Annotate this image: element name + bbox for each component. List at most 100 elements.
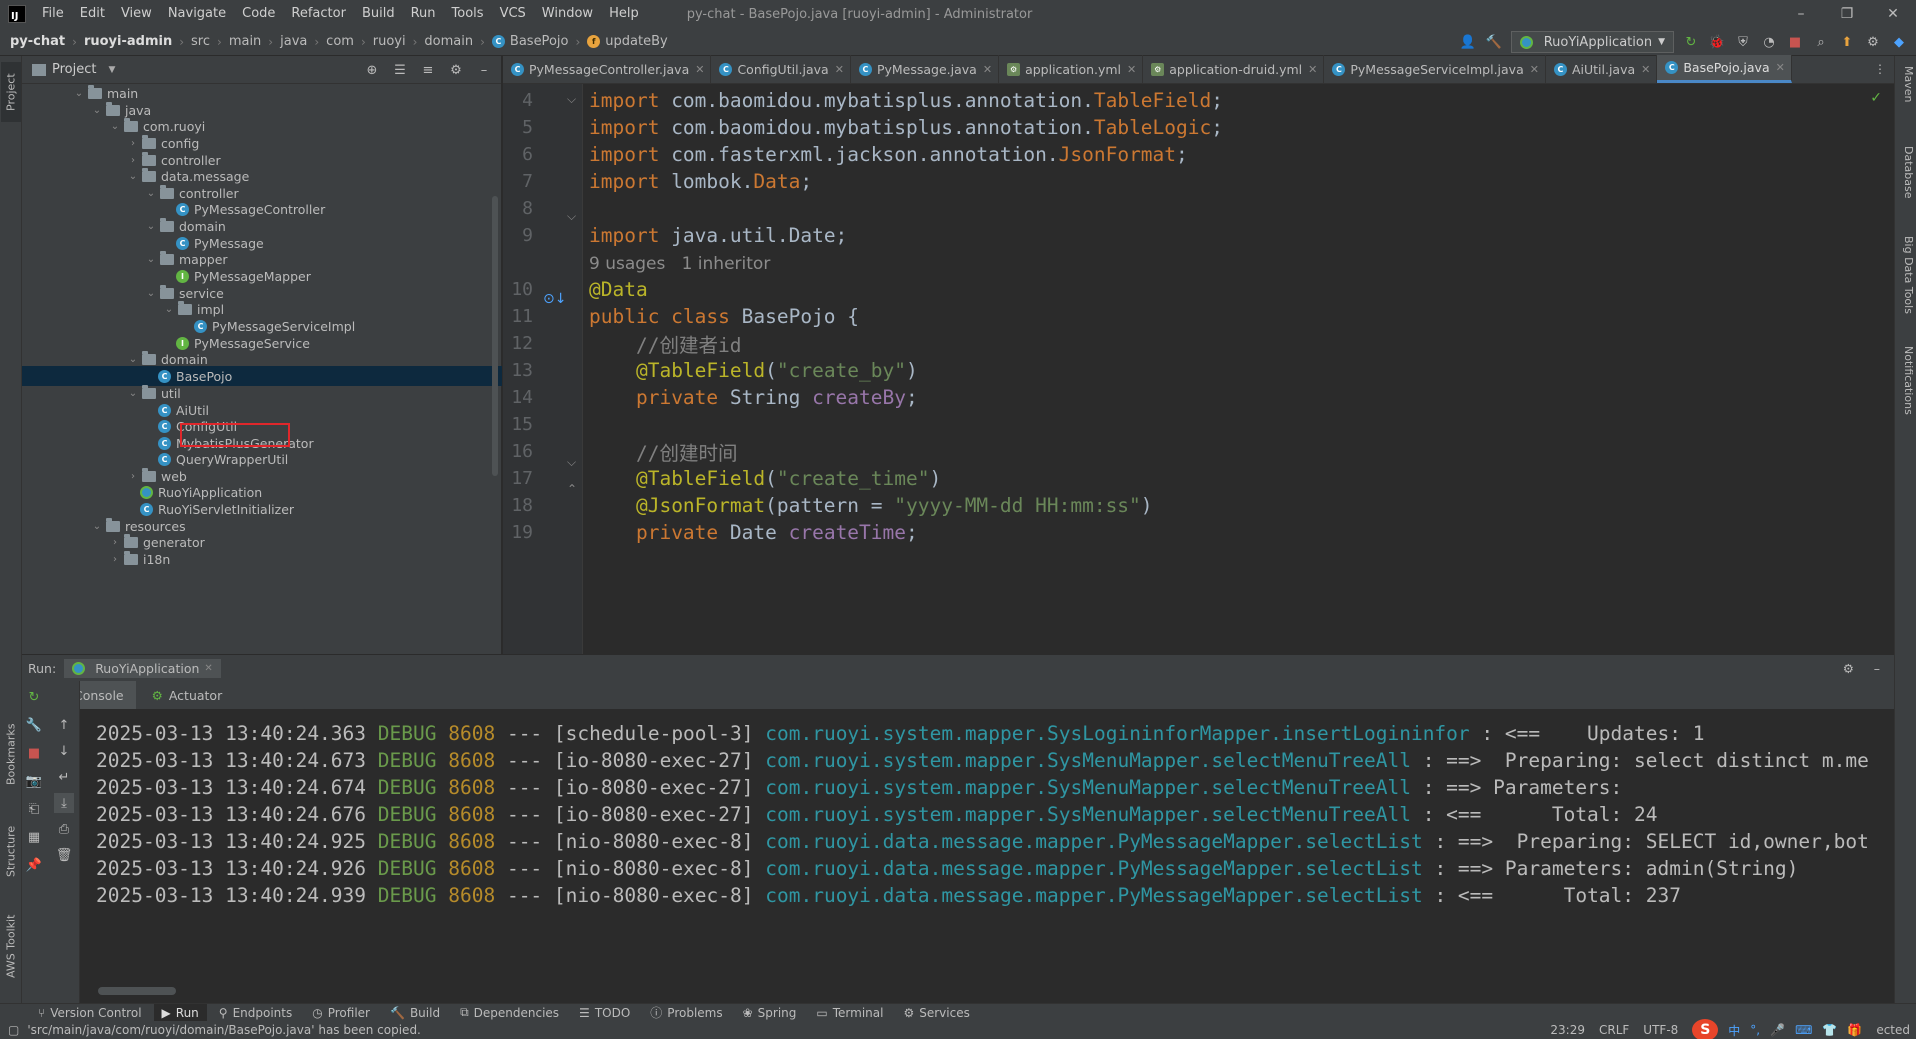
close-window-button[interactable]: ✕ <box>1870 0 1916 28</box>
chevron-down-icon[interactable]: ⌄ <box>162 304 176 315</box>
project-scrollbar[interactable] <box>492 196 498 476</box>
scroll-to-end-icon[interactable]: ⤓ <box>54 793 74 813</box>
update-icon[interactable]: ⬆ <box>1838 33 1856 51</box>
structure-tool-tab[interactable]: Structure <box>1 816 21 886</box>
settings-gear-icon[interactable]: ⚙ <box>1864 33 1882 51</box>
breadcrumb-module[interactable]: ruoyi-admin <box>84 34 172 49</box>
run-configuration-select[interactable]: RuoYiApplication ▼ <box>1510 31 1674 53</box>
chevron-down-icon[interactable]: ⌄ <box>126 354 140 365</box>
soft-wrap-icon[interactable]: ↵ <box>54 767 74 787</box>
layout-icon[interactable]: ▦ <box>24 827 44 847</box>
notifications-tool-tab[interactable]: Notifications <box>1897 346 1915 415</box>
chevron-down-icon[interactable]: ⌄ <box>72 88 86 99</box>
menu-navigate[interactable]: Navigate <box>160 0 234 28</box>
hide-icon[interactable]: – <box>475 61 493 79</box>
project-tool-tab[interactable]: Project <box>1 62 21 122</box>
close-tab-icon[interactable]: ✕ <box>695 63 704 76</box>
bottom-tab-spring[interactable]: ❀ Spring <box>735 1004 805 1022</box>
menu-run[interactable]: Run <box>403 0 444 28</box>
stop-icon[interactable]: ■ <box>1786 33 1804 51</box>
editor-tab[interactable]: C BasePojo.java ✕ <box>1657 55 1792 83</box>
tab-actuator[interactable]: ⚙ Actuator <box>140 681 235 709</box>
database-tool-tab[interactable]: Database <box>1897 146 1915 199</box>
bottom-tab-build[interactable]: 🔨 Build <box>382 1004 448 1022</box>
hide-icon[interactable]: – <box>1874 661 1880 676</box>
user-icon[interactable]: 👤 <box>1459 33 1477 51</box>
project-panel-title[interactable]: Project <box>52 62 96 77</box>
code-editor[interactable]: 4 import com.baomidou.mybatisplus.annotat… <box>503 84 1894 654</box>
chevron-right-icon[interactable]: › <box>108 537 122 548</box>
gear-icon[interactable]: ⚙ <box>447 61 465 79</box>
chevron-right-icon[interactable]: › <box>126 138 140 149</box>
menu-view[interactable]: View <box>113 0 160 28</box>
bottom-tab-terminal[interactable]: ▭ Terminal <box>808 1004 891 1022</box>
stop-icon[interactable]: ■ <box>24 743 44 763</box>
chevron-right-icon[interactable]: › <box>108 554 122 565</box>
breadcrumb-java[interactable]: java <box>280 34 307 49</box>
fold-marker-icon[interactable]: ⌵ <box>567 455 576 470</box>
chevron-down-icon[interactable]: ⌄ <box>126 171 140 182</box>
minimize-button[interactable]: – <box>1778 0 1824 28</box>
console-horizontal-scrollbar[interactable] <box>98 987 176 995</box>
editor-tab[interactable]: C ConfigUtil.java ✕ <box>711 55 851 83</box>
debug-icon[interactable]: 🐞 <box>1708 33 1726 51</box>
menu-build[interactable]: Build <box>354 0 403 28</box>
line-ending[interactable]: CRLF <box>1599 1023 1629 1037</box>
sogou-ime-logo-icon[interactable]: S <box>1692 1019 1719 1039</box>
caret-position[interactable]: 23:29 <box>1550 1023 1585 1037</box>
chevron-down-icon[interactable]: ⌄ <box>108 121 122 132</box>
chevron-down-icon[interactable]: ⌄ <box>144 221 158 232</box>
profile-icon[interactable]: ◔ <box>1760 33 1778 51</box>
breadcrumb-project[interactable]: py-chat <box>10 34 65 49</box>
editor-tab[interactable]: ⚙ application-druid.yml ✕ <box>1143 55 1325 83</box>
breadcrumb-main[interactable]: main <box>229 34 261 49</box>
close-tab-icon[interactable]: ✕ <box>1641 63 1650 76</box>
chevron-down-icon[interactable]: ⌄ <box>144 288 158 299</box>
fold-marker-icon[interactable]: ⌵ <box>567 92 576 107</box>
bottom-tab-endpoints[interactable]: ⚲ Endpoints <box>211 1004 300 1022</box>
breadcrumb-domain[interactable]: domain <box>424 34 473 49</box>
chevron-down-icon[interactable]: ▼ <box>108 65 115 75</box>
menu-edit[interactable]: Edit <box>72 0 113 28</box>
bottom-tab-run[interactable]: ▶ Run <box>153 1003 207 1022</box>
bottom-tab-services[interactable]: ⚙ Services <box>895 1004 977 1022</box>
bookmarks-tool-tab[interactable]: Bookmarks <box>1 716 21 792</box>
more-tabs-icon[interactable]: ⋮ <box>1874 62 1886 76</box>
chevron-down-icon[interactable]: ⌄ <box>90 521 104 532</box>
chevron-down-icon[interactable]: ⌄ <box>144 254 158 265</box>
search-icon[interactable]: ⌕ <box>1812 33 1830 51</box>
implemented-by-icon[interactable]: ⊙↓ <box>543 291 566 307</box>
menu-window[interactable]: Window <box>534 0 601 28</box>
console-output[interactable]: 2025-03-13 13:40:24.363 DEBUG 8608 --- [… <box>80 709 1894 1003</box>
bottom-tab-profiler[interactable]: ◷ Profiler <box>304 1004 378 1022</box>
ime-gift-icon[interactable]: 🎁 <box>1847 1023 1862 1037</box>
tree-item[interactable]: › i18n <box>22 549 502 569</box>
build-hammer-icon[interactable]: 🔨 <box>1485 33 1503 51</box>
ime-keyboard-icon[interactable]: ⌨ <box>1795 1023 1812 1037</box>
gear-icon[interactable]: ⚙ <box>1843 661 1854 676</box>
editor-tab[interactable]: C PyMessageServiceImpl.java ✕ <box>1324 55 1546 83</box>
close-icon[interactable]: ✕ <box>204 663 212 674</box>
bottom-tab-todo[interactable]: ☰ TODO <box>571 1004 638 1022</box>
menu-code[interactable]: Code <box>234 0 283 28</box>
chevron-down-icon[interactable]: ⌄ <box>90 105 104 116</box>
breadcrumb-class[interactable]: C BasePojo <box>491 34 568 49</box>
menu-vcs[interactable]: VCS <box>492 0 534 28</box>
locate-icon[interactable]: ⊕ <box>363 61 381 79</box>
bottom-tab-problems[interactable]: ⓘ Problems <box>642 1004 730 1022</box>
file-encoding[interactable]: UTF-8 <box>1643 1023 1678 1037</box>
chevron-right-icon[interactable]: › <box>126 155 140 166</box>
fold-marker-icon[interactable]: ⌵ <box>567 209 576 224</box>
run-config-tab[interactable]: RuoYiApplication ✕ <box>64 658 221 678</box>
menu-tools[interactable]: Tools <box>444 0 492 28</box>
menu-refactor[interactable]: Refactor <box>283 0 354 28</box>
coverage-icon[interactable]: ⛨ <box>1734 33 1752 51</box>
chevron-down-icon[interactable]: ⌄ <box>144 188 158 199</box>
close-tab-icon[interactable]: ✕ <box>1308 63 1317 76</box>
editor-tab[interactable]: C AiUtil.java ✕ <box>1546 55 1658 83</box>
bottom-tab-version-control[interactable]: ⑂ Version Control <box>30 1004 150 1022</box>
breadcrumb-field[interactable]: f updateBy <box>587 34 668 49</box>
plugin-icon[interactable]: ◆ <box>1890 33 1908 51</box>
status-panel-icon[interactable]: ▢ <box>8 1023 19 1037</box>
aws-toolkit-tool-tab[interactable]: AWS Toolkit <box>1 906 21 986</box>
